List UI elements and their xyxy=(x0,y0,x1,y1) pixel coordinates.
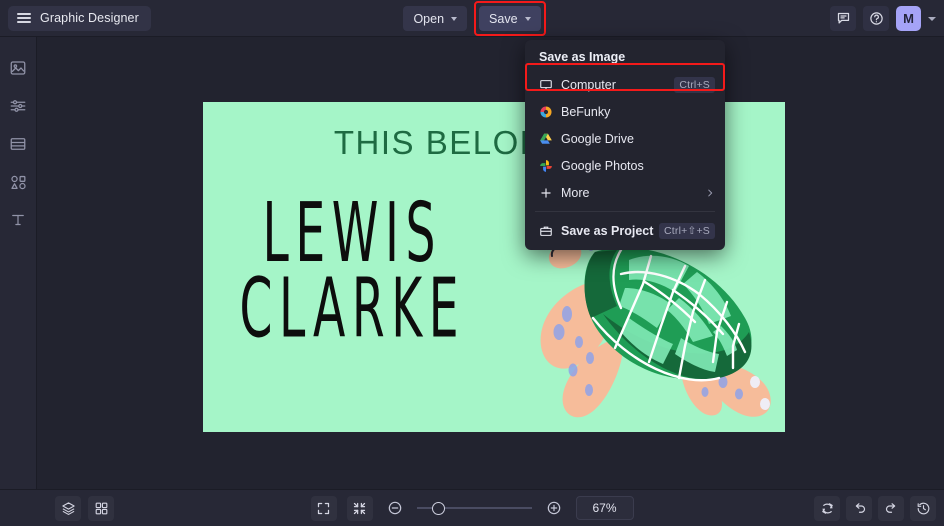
help-circle-icon xyxy=(869,12,883,25)
sidebar-item-text[interactable] xyxy=(5,209,31,231)
redo-icon xyxy=(885,502,895,513)
google-drive-icon xyxy=(539,132,561,146)
menu-item-computer-label: Computer xyxy=(561,77,616,92)
avatar[interactable]: M xyxy=(896,6,921,31)
menu-item-google-drive[interactable]: Google Drive xyxy=(525,125,725,152)
redo-button[interactable] xyxy=(878,495,904,521)
menu-item-more-label: More xyxy=(561,185,590,200)
sliders-icon xyxy=(10,100,26,112)
bottom-bar: 67% xyxy=(0,489,944,526)
app-title: Graphic Designer xyxy=(40,11,139,25)
history-button[interactable] xyxy=(910,495,936,521)
canvas-name-text[interactable]: LEWIS CLARKE xyxy=(217,186,488,357)
undo-icon xyxy=(855,502,865,513)
minus-circle-icon xyxy=(388,501,401,515)
menu-item-google-photos-label: Google Photos xyxy=(561,158,644,173)
app-root: Graphic Designer Open Save M THIS BELONG… xyxy=(0,0,944,526)
zoom-level-value[interactable]: 67% xyxy=(575,496,634,520)
fit-screen-icon xyxy=(317,502,330,514)
menu-item-save-as-project-label: Save as Project xyxy=(561,223,654,238)
layers-panel-icon xyxy=(10,138,26,150)
help-button[interactable] xyxy=(863,6,889,31)
monitor-icon xyxy=(539,78,561,92)
menu-item-save-as-project[interactable]: Save as Project Ctrl+⇧+S xyxy=(525,217,725,244)
chevron-down-icon xyxy=(451,16,458,21)
reset-icon xyxy=(821,502,833,514)
zoom-controls: 67% xyxy=(0,495,944,521)
collapse-arrows-icon xyxy=(353,502,366,514)
briefcase-icon xyxy=(539,224,561,238)
canvas-name-line-1: LEWIS xyxy=(262,186,443,282)
app-menu-button[interactable]: Graphic Designer xyxy=(8,5,151,31)
chevron-down-icon xyxy=(524,16,531,21)
bottom-bar-right-group xyxy=(814,495,936,521)
sidebar-item-templates[interactable] xyxy=(5,133,31,155)
save-button[interactable]: Save xyxy=(479,6,541,31)
open-button[interactable]: Open xyxy=(403,6,468,31)
reset-button[interactable] xyxy=(814,495,840,521)
save-dropdown-menu[interactable]: Save as Image Computer Ctrl+S BeFunky Go… xyxy=(525,40,725,250)
feedback-button[interactable] xyxy=(830,6,856,31)
chevron-down-icon[interactable] xyxy=(928,16,936,21)
menu-item-save-as-project-shortcut: Ctrl+⇧+S xyxy=(659,222,715,239)
left-tool-rail xyxy=(0,37,37,526)
befunky-logo-icon xyxy=(539,105,561,119)
save-menu-header: Save as Image xyxy=(539,50,626,64)
menu-item-google-photos[interactable]: Google Photos xyxy=(525,152,725,179)
save-label: Save xyxy=(489,11,518,26)
undo-button[interactable] xyxy=(846,495,872,521)
zoom-slider-handle[interactable] xyxy=(431,501,445,515)
sidebar-item-graphics[interactable] xyxy=(5,171,31,193)
sea-turtle-illustration[interactable] xyxy=(533,222,783,427)
menu-item-google-drive-label: Google Drive xyxy=(561,131,634,146)
top-bar: Graphic Designer Open Save M xyxy=(0,0,944,37)
google-photos-icon xyxy=(539,159,561,173)
menu-item-befunky[interactable]: BeFunky xyxy=(525,98,725,125)
text-icon xyxy=(12,214,24,226)
sidebar-item-image[interactable] xyxy=(5,57,31,79)
hamburger-icon xyxy=(17,13,31,23)
plus-icon xyxy=(539,186,561,200)
menu-divider xyxy=(535,211,715,212)
zoom-slider[interactable] xyxy=(416,501,532,515)
top-bar-right-group: M xyxy=(830,0,936,37)
chat-icon xyxy=(837,12,849,24)
save-button-wrapper: Save xyxy=(474,1,546,36)
menu-item-befunky-label: BeFunky xyxy=(561,104,611,119)
menu-item-more[interactable]: More xyxy=(525,179,725,206)
avatar-initial: M xyxy=(903,11,914,26)
zoom-in-button[interactable] xyxy=(542,496,566,520)
canvas-name-line-2: CLARKE xyxy=(239,262,466,357)
actual-size-button[interactable] xyxy=(346,495,373,521)
open-label: Open xyxy=(413,11,445,26)
plus-circle-icon xyxy=(547,501,560,515)
fit-screen-button[interactable] xyxy=(310,495,337,521)
chevron-right-icon xyxy=(705,188,715,198)
menu-item-computer-shortcut: Ctrl+S xyxy=(674,76,715,93)
sidebar-item-adjust[interactable] xyxy=(5,95,31,117)
history-icon xyxy=(917,502,929,514)
workspace: THIS BELONGS TO LEWIS CLARKE xyxy=(37,37,944,489)
image-icon xyxy=(10,61,26,75)
zoom-out-button[interactable] xyxy=(383,496,407,520)
shapes-icon xyxy=(10,175,26,189)
menu-item-computer[interactable]: Computer Ctrl+S xyxy=(525,71,725,98)
